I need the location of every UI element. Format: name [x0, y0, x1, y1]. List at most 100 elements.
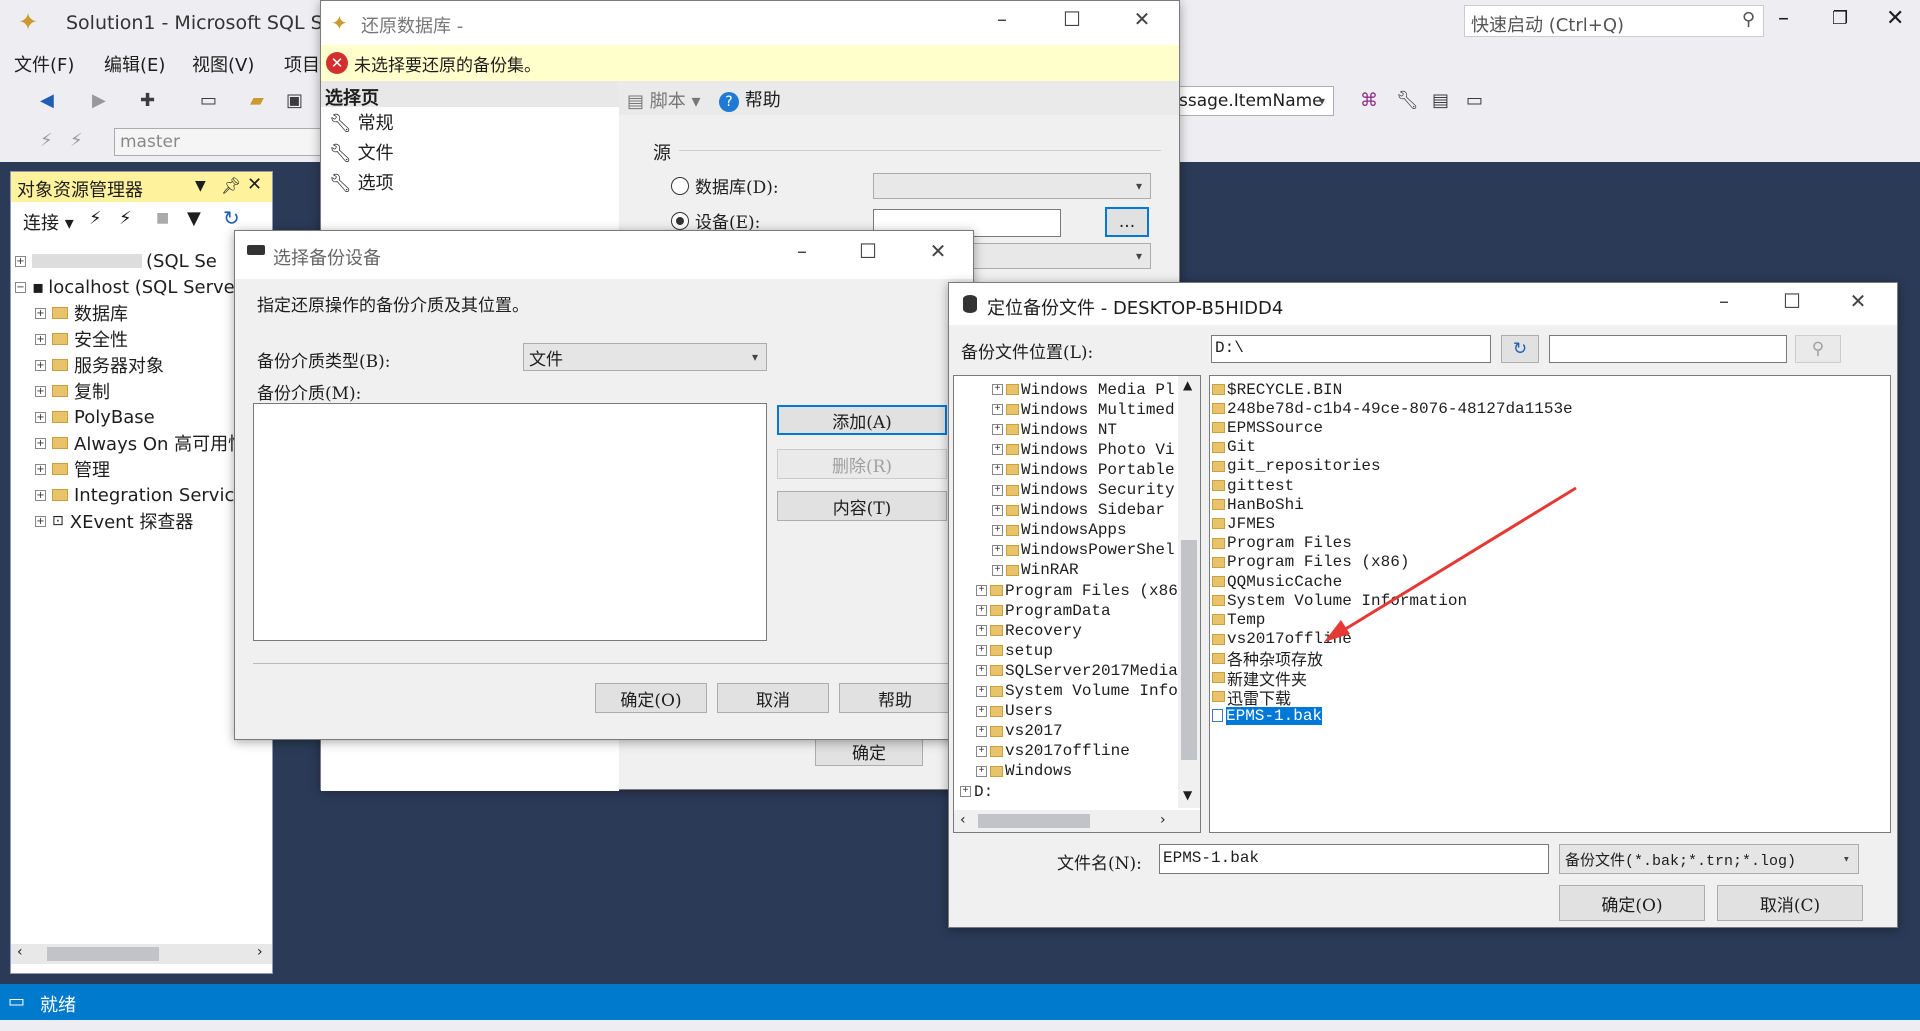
- folder-tree-item[interactable]: + Windows Media Pl: [992, 380, 1175, 399]
- ok-button[interactable]: 确定(O): [1559, 885, 1705, 921]
- dropdown-icon[interactable]: ▼: [195, 178, 206, 194]
- script-button[interactable]: ▤ 脚本 ▾: [627, 87, 701, 113]
- maximize-button[interactable]: ❐: [1832, 8, 1848, 29]
- folder-tree-item[interactable]: + Program Files (x86: [976, 581, 1178, 600]
- expand-icon[interactable]: +: [992, 544, 1003, 556]
- expand-icon[interactable]: +: [976, 745, 987, 757]
- scroll-right-icon[interactable]: ›: [257, 944, 263, 960]
- tree-horizontal-scrollbar[interactable]: ‹ ›: [954, 810, 1200, 832]
- tree-vertical-scrollbar[interactable]: ▲ ▼: [1178, 376, 1200, 808]
- folder-tree-item[interactable]: + D:: [960, 782, 993, 801]
- browse-button[interactable]: ...: [1105, 207, 1149, 237]
- expand-icon[interactable]: +: [976, 665, 987, 677]
- expand-icon[interactable]: +: [976, 605, 987, 617]
- expand-icon[interactable]: +: [992, 444, 1003, 456]
- expand-icon[interactable]: +: [976, 705, 987, 717]
- connect-plug-icon[interactable]: ⚡: [40, 130, 53, 151]
- refresh-button[interactable]: ↻: [1501, 335, 1539, 363]
- tree-server-node[interactable]: + (SQL Se: [15, 248, 217, 274]
- disconnect-plug-icon[interactable]: ⚡: [70, 130, 83, 151]
- add-button[interactable]: 添加(A): [777, 405, 947, 435]
- folder-tree-item[interactable]: + WindowsPowerShel: [992, 541, 1175, 560]
- backup-media-list[interactable]: [253, 403, 767, 641]
- connect-plug-icon[interactable]: ⚡: [89, 208, 102, 229]
- ok-button[interactable]: 确定(O): [595, 683, 707, 713]
- expand-icon[interactable]: +: [976, 585, 987, 596]
- tree-server-node[interactable]: − ▪ localhost (SQL Server: [15, 274, 242, 300]
- folder-tree-item[interactable]: + Windows Multimed: [992, 400, 1175, 419]
- tree-node-server-objects[interactable]: + 服务器对象: [35, 352, 164, 378]
- search-field[interactable]: [1549, 335, 1787, 363]
- remove-button[interactable]: 删除(R): [777, 449, 947, 479]
- filter-icon[interactable]: ▼: [187, 208, 201, 229]
- folder-tree-item[interactable]: + WindowsApps: [992, 521, 1127, 540]
- tree-node-databases[interactable]: + 数据库: [35, 300, 128, 326]
- folder-tree-item[interactable]: + Windows Portable: [992, 460, 1175, 479]
- maximize-button[interactable]: ☐: [851, 239, 885, 263]
- minimize-button[interactable]: –: [1778, 6, 1789, 31]
- expand-icon[interactable]: +: [992, 484, 1003, 496]
- menu-file[interactable]: 文件(F): [14, 51, 74, 77]
- scroll-left-icon[interactable]: ‹: [17, 944, 23, 960]
- cancel-button[interactable]: 取消(C): [1717, 885, 1863, 921]
- tree-node-polybase[interactable]: + PolyBase: [35, 404, 155, 430]
- item-name-combo[interactable]: ssage.ItemName ▾: [1176, 86, 1334, 116]
- scroll-up-icon[interactable]: ▲: [1183, 378, 1192, 392]
- open-folder-icon[interactable]: ▰: [250, 90, 264, 111]
- new-file-icon[interactable]: ▭: [200, 90, 217, 111]
- back-icon[interactable]: ◀: [40, 90, 54, 111]
- close-button[interactable]: ✕: [1125, 7, 1159, 31]
- minimize-button[interactable]: –: [985, 7, 1019, 31]
- folder-tree-item[interactable]: + System Volume Info: [976, 682, 1178, 701]
- expand-icon[interactable]: +: [992, 384, 1003, 395]
- contents-button[interactable]: 内容(T): [777, 491, 947, 521]
- pin-icon[interactable]: 📌︎: [221, 176, 241, 195]
- disconnect-icon[interactable]: ⚡: [119, 208, 132, 229]
- help-button[interactable]: 帮助: [839, 683, 951, 713]
- scroll-right-icon[interactable]: ›: [1160, 812, 1166, 828]
- horizontal-scrollbar[interactable]: ‹ ›: [11, 944, 272, 964]
- cancel-button[interactable]: 取消: [717, 683, 829, 713]
- maximize-button[interactable]: ☐: [1055, 7, 1089, 31]
- folder-tree-item[interactable]: + vs2017: [976, 722, 1063, 741]
- folder-tree-item[interactable]: + Windows Sidebar: [992, 501, 1165, 520]
- scroll-thumb[interactable]: [1181, 540, 1197, 760]
- folder-tree-item[interactable]: + ProgramData: [976, 601, 1111, 620]
- tree-node-integration-services[interactable]: + Integration Service: [35, 482, 245, 508]
- filename-field[interactable]: EPMS-1.bak: [1159, 844, 1549, 874]
- wrench-icon[interactable]: 🔧︎: [1396, 90, 1419, 111]
- expand-icon[interactable]: +: [976, 645, 987, 657]
- save-icon[interactable]: ▣: [286, 90, 303, 111]
- folder-tree-item[interactable]: + Windows NT: [992, 420, 1117, 439]
- close-icon[interactable]: ✕: [247, 174, 262, 195]
- search-button[interactable]: ⚲: [1795, 335, 1841, 363]
- tree-node-management[interactable]: + 管理: [35, 456, 110, 482]
- folder-tree-item[interactable]: + SQLServer2017Media: [976, 661, 1178, 680]
- folder-tree[interactable]: + Windows Media Pl + Windows Multimed + Windo…: [953, 375, 1201, 833]
- folder-tree-item[interactable]: + Windows: [976, 762, 1072, 781]
- quick-launch-input[interactable]: 快速启动 (Ctrl+Q) ⚲: [1464, 5, 1764, 37]
- ok-button-behind[interactable]: 确定: [815, 736, 923, 766]
- menu-project[interactable]: 项目: [284, 51, 320, 77]
- expand-icon[interactable]: +: [992, 464, 1003, 476]
- expand-icon[interactable]: +: [976, 765, 987, 777]
- close-button[interactable]: ✕: [1841, 289, 1875, 313]
- database-selector[interactable]: master: [114, 128, 324, 156]
- new-project-icon[interactable]: ✚: [140, 90, 155, 111]
- expand-icon[interactable]: +: [976, 685, 987, 697]
- tree-node-xevent[interactable]: + ⊡ XEvent 探查器: [35, 508, 193, 534]
- expand-icon[interactable]: +: [992, 504, 1003, 516]
- scroll-left-icon[interactable]: ‹: [960, 812, 966, 828]
- folder-tree-item[interactable]: + Windows Photo Vi: [992, 440, 1175, 459]
- page-general[interactable]: 🔧︎ 常规: [321, 107, 619, 137]
- radio-database[interactable]: 数据库(D):: [671, 173, 779, 198]
- close-button[interactable]: ✕: [1886, 6, 1904, 31]
- minimize-button[interactable]: –: [785, 239, 819, 263]
- database-combo[interactable]: ▾: [873, 173, 1151, 199]
- maximize-button[interactable]: ☐: [1775, 289, 1809, 313]
- tree-node-replication[interactable]: + 复制: [35, 378, 110, 404]
- scroll-thumb[interactable]: [978, 814, 1090, 828]
- menu-edit[interactable]: 编辑(E): [104, 51, 165, 77]
- tree-node-always-on[interactable]: + Always On 高可用性: [35, 430, 246, 456]
- expand-icon[interactable]: +: [976, 725, 987, 737]
